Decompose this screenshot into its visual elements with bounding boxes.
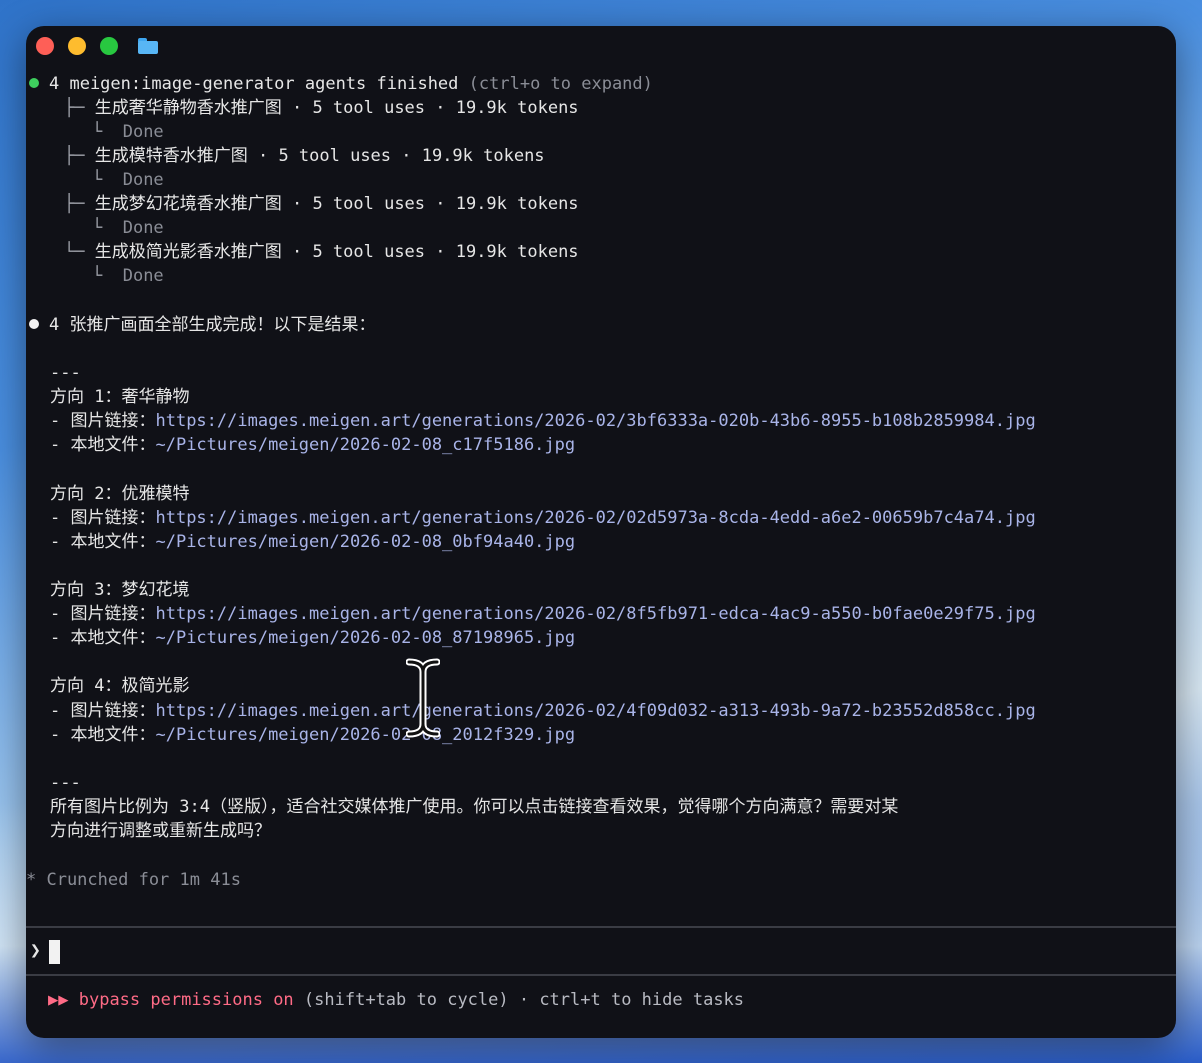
task-name: 生成奢华静物香水推广图	[94, 98, 282, 118]
result-intro: 4 张推广画面全部生成完成！以下是结果：	[29, 313, 375, 337]
local-file-path[interactable]: ~/Pictures/meigen/2026-02-08_2012f329.jp…	[155, 725, 575, 745]
footer-hint: (shift+tab to cycle) · ctrl+t to hide ta…	[303, 990, 745, 1010]
task-stats: · 5 tool uses · 19.9k tokens	[257, 146, 545, 166]
local-file-path[interactable]: ~/Pictures/meigen/2026-02-08_c17f5186.jp…	[155, 435, 575, 455]
message-dot-icon	[29, 319, 39, 329]
local-file-row: - 本地文件：~/Pictures/meigen/2026-02-08_8719…	[50, 628, 576, 648]
bypass-mode-text[interactable]: bypass permissions on	[79, 990, 294, 1010]
input-top-divider	[26, 926, 1176, 928]
task-name: 生成梦幻花境香水推广图	[94, 194, 282, 214]
task-status: └ Done	[92, 218, 164, 238]
image-link[interactable]: https://images.meigen.art/generations/20…	[155, 701, 1035, 721]
image-link-row: - 图片链接：https://images.meigen.art/generat…	[50, 701, 1036, 721]
prompt-chevron-icon: ❯	[30, 940, 41, 961]
task-name: 生成极简光影香水推广图	[94, 242, 282, 262]
direction-title: 方向 4：极简光影	[50, 676, 190, 696]
task-name: 生成模特香水推广图	[94, 146, 248, 166]
task-stats: · 5 tool uses · 19.9k tokens	[291, 242, 579, 262]
terminal-output[interactable]: 4 meigen:image-generator agents finished…	[26, 26, 1176, 1038]
local-file-path[interactable]: ~/Pictures/meigen/2026-02-08_87198965.jp…	[155, 628, 575, 648]
input-bottom-divider	[26, 974, 1176, 976]
expand-hint: (ctrl+o to expand)	[468, 74, 653, 94]
fast-forward-icon: ▶▶	[48, 990, 69, 1010]
image-link-row: - 图片链接：https://images.meigen.art/generat…	[50, 508, 1036, 528]
direction-title: 方向 1：奢华静物	[50, 387, 190, 407]
divider: ---	[50, 773, 81, 793]
task-status: └ Done	[92, 266, 164, 286]
image-link[interactable]: https://images.meigen.art/generations/20…	[155, 604, 1035, 624]
text-cursor[interactable]	[49, 940, 60, 964]
footer-status: ▶▶ bypass permissions on (shift+tab to c…	[48, 988, 744, 1012]
task-row: └─ 生成极简光影香水推广图 · 5 tool uses · 19.9k tok…	[64, 242, 579, 262]
closing-text: 方向进行调整或重新生成吗？	[50, 821, 271, 841]
direction-title: 方向 3：梦幻花境	[50, 580, 190, 600]
closing-text: 所有图片比例为 3:4（竖版），适合社交媒体推广使用。你可以点击链接查看效果，觉…	[50, 797, 899, 817]
image-link[interactable]: https://images.meigen.art/generations/20…	[155, 508, 1035, 528]
ibeam-cursor-icon	[406, 658, 440, 738]
task-row: ├─ 生成模特香水推广图 · 5 tool uses · 19.9k token…	[64, 146, 545, 166]
local-file-row: - 本地文件：~/Pictures/meigen/2026-02-08_c17f…	[50, 435, 576, 455]
direction-title: 方向 2：优雅模特	[50, 484, 190, 504]
task-stats: · 5 tool uses · 19.9k tokens	[291, 194, 579, 214]
task-row: ├─ 生成梦幻花境香水推广图 · 5 tool uses · 19.9k tok…	[64, 194, 579, 214]
local-file-row: - 本地文件：~/Pictures/meigen/2026-02-08_2012…	[50, 725, 576, 745]
task-stats: · 5 tool uses · 19.9k tokens	[291, 98, 579, 118]
task-status: └ Done	[92, 122, 164, 142]
agents-header: 4 meigen:image-generator agents finished…	[29, 72, 653, 96]
image-link-row: - 图片链接：https://images.meigen.art/generat…	[50, 604, 1036, 624]
agents-header-text: 4 meigen:image-generator agents finished	[49, 74, 459, 94]
crunched-status: * Crunched for 1m 41s	[26, 870, 241, 890]
local-file-path[interactable]: ~/Pictures/meigen/2026-02-08_0bf94a40.jp…	[155, 532, 575, 552]
terminal-window[interactable]: 4 meigen:image-generator agents finished…	[26, 26, 1176, 1038]
task-status: └ Done	[92, 170, 164, 190]
status-dot-icon	[29, 78, 39, 88]
divider: ---	[50, 363, 81, 383]
image-link[interactable]: https://images.meigen.art/generations/20…	[155, 411, 1035, 431]
image-link-row: - 图片链接：https://images.meigen.art/generat…	[50, 411, 1036, 431]
task-row: ├─ 生成奢华静物香水推广图 · 5 tool uses · 19.9k tok…	[64, 98, 579, 118]
local-file-row: - 本地文件：~/Pictures/meigen/2026-02-08_0bf9…	[50, 532, 576, 552]
